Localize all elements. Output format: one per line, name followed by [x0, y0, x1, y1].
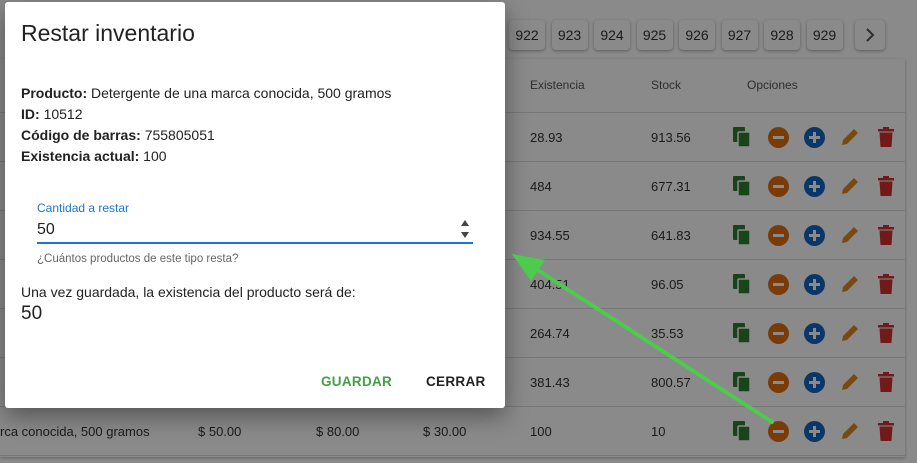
annotation-arrow	[512, 254, 774, 424]
